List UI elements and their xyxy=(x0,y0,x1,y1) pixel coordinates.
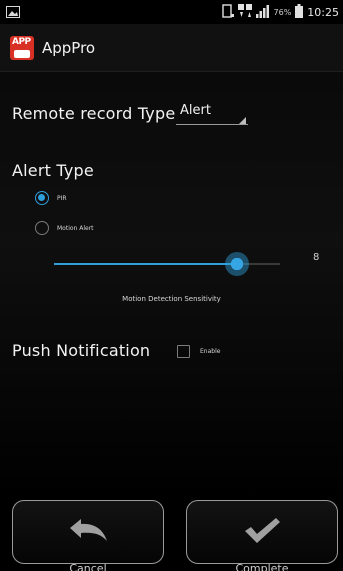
remote-record-type-spinner[interactable]: Alert xyxy=(176,103,248,125)
app-title: AppPro xyxy=(42,38,96,57)
logo-mark xyxy=(14,49,30,58)
status-time: 10:25 xyxy=(307,5,339,19)
checkmark-icon xyxy=(242,515,282,549)
battery-percent: 76% xyxy=(273,7,292,17)
sensitivity-slider-thumb[interactable] xyxy=(225,252,250,276)
cancel-button[interactable] xyxy=(12,500,164,564)
battery-icon xyxy=(295,3,304,22)
radio-option-pir[interactable]: PIR xyxy=(35,191,67,205)
push-notification-row: Push Notification xyxy=(12,341,150,360)
radio-motion-alert[interactable] xyxy=(35,221,49,235)
sensitivity-value: 8 xyxy=(313,252,320,263)
signal-icon xyxy=(255,3,270,22)
logo-text: APP xyxy=(12,36,31,47)
footer: Cancel Complete xyxy=(0,500,343,571)
alert-type-heading-row: Alert Type xyxy=(12,161,94,180)
data-icon xyxy=(237,3,252,22)
dropdown-arrow-icon xyxy=(239,117,246,124)
undo-arrow-icon xyxy=(66,515,110,549)
radio-label-motion-alert: Motion Alert xyxy=(57,224,94,232)
spinner-selected-value: Alert xyxy=(180,103,211,118)
cancel-label: Cancel xyxy=(69,562,107,571)
radio-pir[interactable] xyxy=(35,191,49,205)
complete-button[interactable] xyxy=(186,500,338,564)
enable-checkbox-row[interactable]: Enable xyxy=(177,345,220,358)
sensitivity-label: Motion Detection Sensitivity xyxy=(122,295,221,303)
app-logo[interactable]: APP xyxy=(10,35,34,60)
enable-label: Enable xyxy=(200,348,221,355)
radio-option-motion-alert[interactable]: Motion Alert xyxy=(35,221,94,235)
image-notification-icon xyxy=(6,3,20,22)
app-bar: APP AppPro xyxy=(0,24,343,72)
status-bar: 76% 10:25 xyxy=(0,0,343,24)
complete-label: Complete xyxy=(235,562,289,571)
push-notification-label: Push Notification xyxy=(12,341,151,360)
settings-content xyxy=(0,72,343,500)
remote-record-label: Remote record Type xyxy=(12,104,176,123)
remote-record-row: Remote record Type xyxy=(12,104,175,123)
enable-checkbox[interactable] xyxy=(177,345,190,358)
sensitivity-slider-fill xyxy=(54,263,238,265)
alert-type-title: Alert Type xyxy=(12,161,94,180)
radio-label-pir: PIR xyxy=(57,194,67,202)
phone-icon xyxy=(221,3,234,22)
spinner-underline xyxy=(176,124,248,125)
